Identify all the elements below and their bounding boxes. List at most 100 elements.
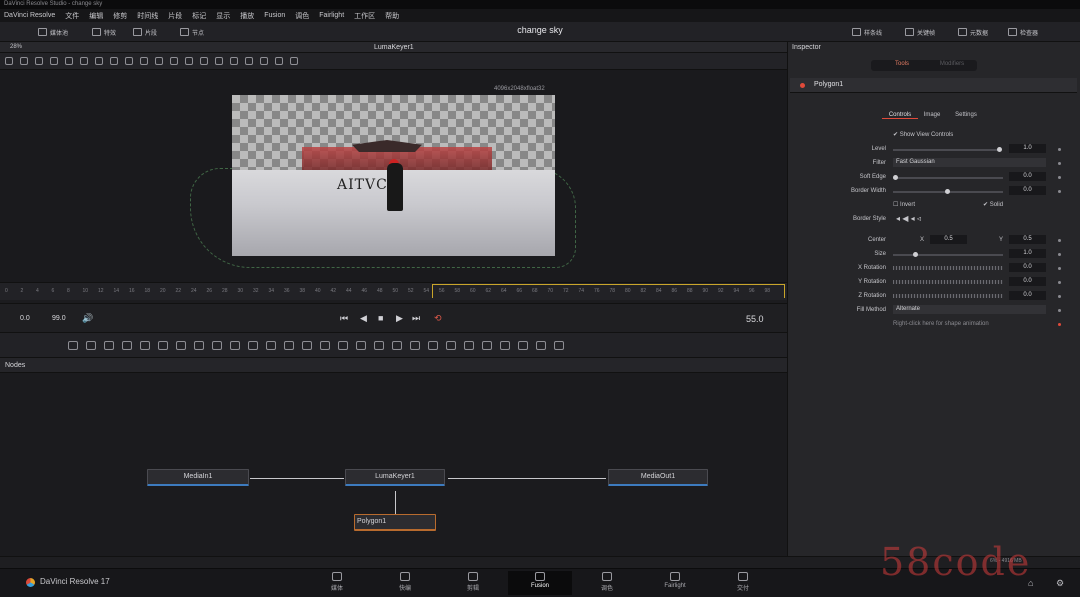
shape-icon[interactable] (200, 57, 208, 65)
size-value[interactable]: 1.0 (1009, 249, 1046, 258)
y-rotation-keyframe-dot[interactable] (1058, 281, 1061, 284)
clips-button[interactable]: 片段 (133, 26, 157, 38)
page-fusion[interactable]: Fusion (508, 571, 572, 595)
loop-icon[interactable]: ⟲ (434, 313, 442, 324)
audio-icon[interactable]: 🔊 (82, 313, 93, 324)
fill-method-keyframe-dot[interactable] (1058, 309, 1061, 312)
menu-item-edit[interactable]: 编辑 (89, 11, 103, 21)
bspline-mask-icon[interactable] (374, 340, 384, 350)
keyframes-button[interactable]: 关键帧 (905, 26, 935, 38)
channel-booleans-icon[interactable] (248, 340, 258, 350)
spline-button[interactable]: 样条线 (852, 26, 882, 38)
menu-item-mark[interactable]: 标记 (192, 11, 206, 21)
size-knob[interactable] (913, 252, 918, 257)
paint-tool-icon[interactable] (86, 340, 96, 350)
color-corrector-icon[interactable] (158, 340, 168, 350)
show-view-controls-checkbox[interactable]: ✔ Show View Controls (893, 131, 953, 138)
invert-checkbox[interactable]: ☐ Invert (893, 201, 915, 208)
x-rotation-thumbwheel[interactable] (893, 266, 1003, 270)
subtab-settings[interactable]: Settings (948, 112, 984, 118)
brush-tool-icon[interactable] (122, 340, 132, 350)
click-append-icon[interactable] (20, 57, 28, 65)
play-reverse-icon[interactable]: ◀ (360, 313, 367, 324)
size-slider[interactable] (893, 254, 1003, 256)
modify-only-icon[interactable] (65, 57, 73, 65)
show-handles-icon[interactable] (170, 57, 178, 65)
renderer-icon[interactable] (428, 340, 438, 350)
node-active-dot[interactable] (800, 83, 805, 88)
lock-icon[interactable] (290, 57, 298, 65)
menu-item-playback[interactable]: 播放 (240, 11, 254, 21)
shape-animation-hint[interactable]: Right-click here for shape animation (893, 321, 989, 327)
glow-tool-icon[interactable] (194, 340, 204, 350)
menu-item-file[interactable]: 文件 (65, 11, 79, 21)
render-range[interactable] (432, 284, 785, 298)
center-keyframe-dot[interactable] (1058, 239, 1061, 242)
follow-icon[interactable] (260, 57, 268, 65)
subtab-image[interactable]: Image (914, 112, 950, 118)
center-x-value[interactable]: 0.5 (930, 235, 967, 244)
menu-item-resolve[interactable]: DaVinci Resolve (4, 12, 55, 19)
subtab-controls[interactable]: Controls (882, 112, 918, 119)
reverse-icon[interactable] (230, 57, 238, 65)
light-icon[interactable] (536, 340, 546, 350)
matte-control-icon[interactable] (266, 340, 276, 350)
soft-edge-value[interactable]: 0.0 (1009, 172, 1046, 181)
global-end-field[interactable]: 99.0 (52, 315, 66, 322)
close-shape-icon[interactable] (95, 57, 103, 65)
gear-icon[interactable]: ⚙ (1056, 578, 1064, 589)
page-deliver[interactable]: 交付 (713, 571, 773, 595)
select-tool-icon[interactable] (5, 57, 13, 65)
show-keys-icon[interactable] (155, 57, 163, 65)
page-edit[interactable]: 剪辑 (443, 571, 503, 595)
go-to-end-icon[interactable]: ⏭ (412, 313, 420, 324)
filter-keyframe-dot[interactable] (1058, 162, 1061, 165)
menu-item-view[interactable]: 显示 (216, 11, 230, 21)
polygon-mask-icon[interactable] (356, 340, 366, 350)
border-width-keyframe-dot[interactable] (1058, 190, 1061, 193)
inspector-button[interactable]: 检查器 (1008, 26, 1038, 38)
blur-tool-icon[interactable] (140, 340, 150, 350)
imageplane3d-icon[interactable] (518, 340, 528, 350)
metadata-button[interactable]: 元数据 (958, 26, 988, 38)
render3d-icon[interactable] (554, 340, 564, 350)
done-icon[interactable] (80, 57, 88, 65)
center-y-value[interactable]: 0.5 (1009, 235, 1046, 244)
menu-item-trim[interactable]: 修剪 (113, 11, 127, 21)
node-polygon1[interactable]: Polygon1 (354, 514, 436, 531)
menu-item-clip[interactable]: 片段 (168, 11, 182, 21)
border-style-buttons[interactable]: ◂ ◀ ◂ ◃ (896, 214, 921, 223)
text3d-icon[interactable] (482, 340, 492, 350)
soft-edge-slider[interactable] (893, 177, 1003, 179)
y-rotation-thumbwheel[interactable] (893, 280, 1003, 284)
crop-tool-icon[interactable] (302, 340, 312, 350)
menu-item-color[interactable]: 调色 (295, 11, 309, 21)
page-color[interactable]: 调色 (577, 571, 637, 595)
drop-tool-icon[interactable] (212, 340, 222, 350)
ellipse-mask-icon[interactable] (338, 340, 348, 350)
hint-dot[interactable] (1058, 323, 1061, 326)
publish-icon[interactable] (245, 57, 253, 65)
insert-modify-icon[interactable] (50, 57, 58, 65)
page-fairlight[interactable]: Fairlight (645, 571, 705, 595)
level-keyframe-dot[interactable] (1058, 148, 1061, 151)
menu-item-help[interactable]: 帮助 (385, 11, 399, 21)
play-forward-icon[interactable]: ▶ (396, 313, 403, 324)
rectangle-mask-icon[interactable] (320, 340, 330, 350)
merge3d-icon[interactable] (464, 340, 474, 350)
node-mediaout1[interactable]: MediaOut1 (608, 469, 708, 486)
y-rotation-value[interactable]: 0.0 (1009, 277, 1046, 286)
merge-tool-icon[interactable] (230, 340, 240, 350)
linear-icon[interactable] (125, 57, 133, 65)
z-rotation-value[interactable]: 0.0 (1009, 291, 1046, 300)
solid-checkbox[interactable]: ✔ Solid (983, 201, 1003, 208)
page-media[interactable]: 媒体 (307, 571, 367, 595)
level-slider-knob[interactable] (997, 147, 1002, 152)
reduce-points-icon[interactable] (185, 57, 193, 65)
filter-dropdown[interactable]: Fast Gaussian (893, 158, 1046, 167)
level-value[interactable]: 1.0 (1009, 144, 1046, 153)
page-cut[interactable]: 快编 (375, 571, 435, 595)
fill-method-dropdown[interactable]: Alternate (893, 305, 1046, 314)
smooth-icon[interactable] (110, 57, 118, 65)
effects-button[interactable]: 特效 (92, 26, 116, 38)
